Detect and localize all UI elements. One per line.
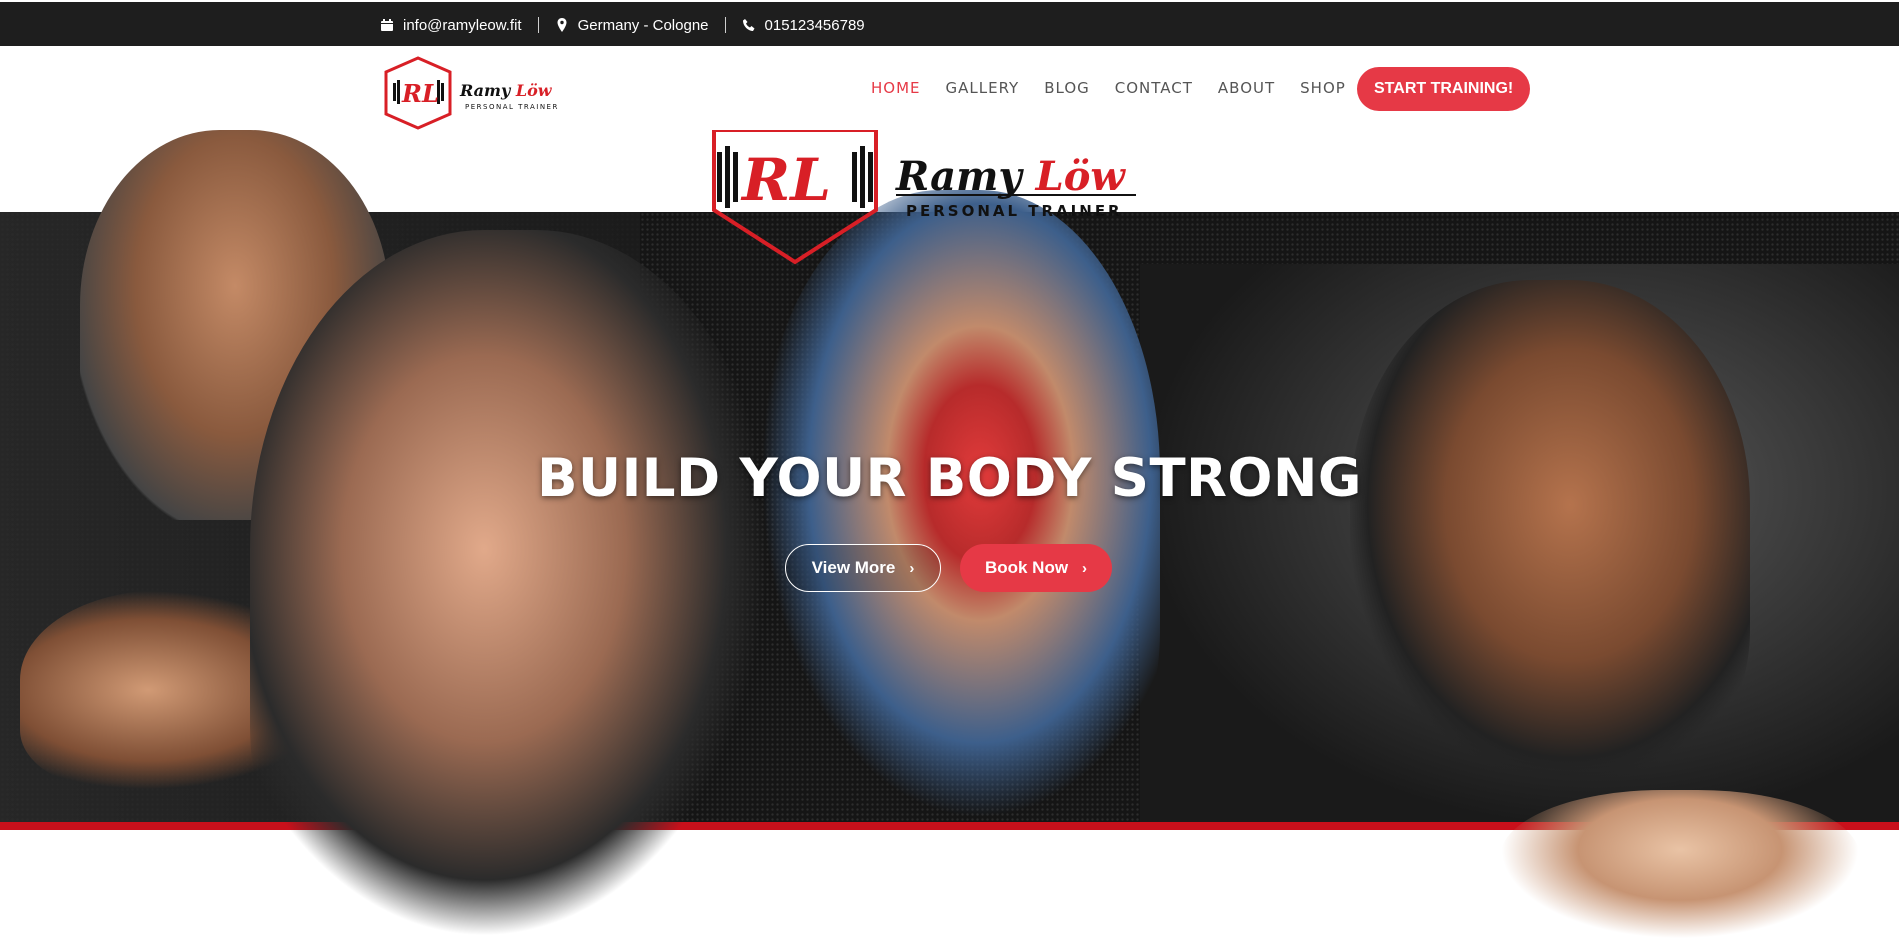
nav-item-home[interactable]: HOME [871, 79, 921, 97]
email-text: info@ramyleow.fit [403, 16, 522, 34]
location-contact: Germany - Cologne [555, 17, 709, 34]
book-now-label: Book Now [984, 558, 1069, 577]
location-text: Germany - Cologne [577, 16, 709, 34]
book-now-button[interactable]: Book Now › [960, 544, 1112, 592]
svg-text:Ramy Löw: Ramy Löw [459, 81, 553, 100]
chevron-right-icon: › [909, 559, 915, 577]
divider [724, 17, 726, 33]
hero-section: RL Ramy Löw PERSONAL TRAINER BUILD YOUR … [0, 130, 1899, 939]
calendar-icon [381, 19, 393, 31]
phone-text: 015123456789 [764, 16, 865, 34]
runner-woman-image [250, 230, 770, 939]
map-pin-icon [557, 18, 567, 32]
view-more-button[interactable]: View More › [785, 544, 941, 592]
view-more-label: View More [811, 558, 896, 577]
main-nav: HOME GALLERY BLOG CONTACT ABOUT SHOP [871, 46, 1371, 130]
svg-text:PERSONAL TRAINER: PERSONAL TRAINER [465, 103, 559, 111]
start-training-button[interactable]: START TRAINING! [1357, 67, 1531, 111]
email-contact[interactable]: info@ramyleow.fit [380, 17, 522, 34]
svg-text:Ramy Löw: Ramy Löw [895, 153, 1126, 200]
nav-item-gallery[interactable]: GALLERY [946, 79, 1020, 97]
divider [537, 17, 539, 33]
svg-text:RL: RL [740, 146, 831, 214]
pushup-woman-image [1500, 790, 1860, 939]
nav-item-about[interactable]: ABOUT [1218, 79, 1275, 97]
svg-text:RL: RL [401, 79, 439, 108]
bodybuilder-dumbbell-image [1350, 280, 1750, 780]
nav-item-shop[interactable]: SHOP [1300, 79, 1346, 97]
nav-item-blog[interactable]: BLOG [1044, 79, 1090, 97]
site-logo[interactable]: RL Ramy Löw PERSONAL TRAINER [380, 56, 570, 130]
chevron-right-icon: › [1082, 559, 1088, 577]
hero-brand-logo: RL Ramy Löw PERSONAL TRAINER [712, 130, 1136, 265]
phone-icon [742, 19, 755, 31]
svg-text:PERSONAL TRAINER: PERSONAL TRAINER [906, 202, 1123, 220]
hero-buttons: View More › Book Now › [785, 544, 1112, 592]
hero-headline: BUILD YOUR BODY STRONG [537, 448, 1362, 509]
site-header: RL Ramy Löw PERSONAL TRAINER HOME GALLER… [0, 46, 1899, 130]
nav-item-contact[interactable]: CONTACT [1115, 79, 1193, 97]
top-info-bar: info@ramyleow.fit Germany - Cologne 0151… [0, 0, 1899, 46]
phone-contact[interactable]: 015123456789 [742, 17, 865, 34]
